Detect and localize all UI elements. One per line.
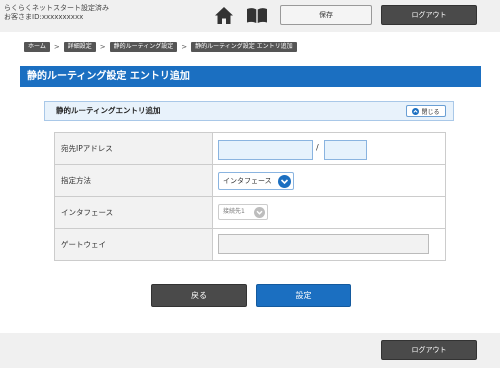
home-icon[interactable] <box>214 6 234 25</box>
submit-button[interactable]: 設定 <box>256 284 351 307</box>
gateway-label: ゲートウェイ <box>54 228 213 261</box>
breadcrumb: ホーム > 詳細設定 > 静的ルーティング設定 > 静的ルーティング設定 エント… <box>24 41 297 52</box>
method-selected-value: インタフェース <box>223 177 272 185</box>
route-entry-form: 宛先IPアドレス / 指定方法 インタフェース インタフェース 接続先1 ゲート… <box>54 132 446 261</box>
breadcrumb-advanced-settings[interactable]: 詳細設定 <box>63 41 96 52</box>
form-row-method: 指定方法 インタフェース <box>54 164 446 197</box>
close-section-button[interactable]: 閉じる <box>406 105 446 117</box>
interface-label: インタフェース <box>54 196 213 229</box>
dest-ip-cell: / <box>212 132 446 165</box>
save-button[interactable]: 保存 <box>280 5 372 25</box>
subnet-mask-input[interactable] <box>324 140 367 160</box>
chevron-down-icon <box>278 175 291 188</box>
method-select[interactable]: インタフェース <box>218 172 294 190</box>
breadcrumb-separator: > <box>99 42 106 51</box>
chevron-down-icon <box>254 207 265 218</box>
customer-id: お客さまID:xxxxxxxxxx <box>4 13 84 21</box>
form-row-dest-ip: 宛先IPアドレス / <box>54 132 446 165</box>
form-row-gateway: ゲートウェイ <box>54 228 446 261</box>
site-info: らくらくネットスタート設定済み お客さまID:xxxxxxxxxx <box>4 4 109 22</box>
logout-button[interactable]: ログアウト <box>381 5 477 25</box>
gateway-input <box>218 234 429 254</box>
top-bar: らくらくネットスタート設定済み お客さまID:xxxxxxxxxx 保存 ログア… <box>0 0 500 32</box>
footer-logout-button[interactable]: ログアウト <box>381 340 477 360</box>
breadcrumb-separator: > <box>181 42 188 51</box>
dest-ip-input[interactable] <box>218 140 313 160</box>
page-title: 静的ルーティング設定 エントリ追加 <box>20 66 481 87</box>
form-row-interface: インタフェース 接続先1 <box>54 196 446 229</box>
interface-selected-value: 接続先1 <box>223 208 245 215</box>
site-title: らくらくネットスタート設定済み <box>4 4 109 12</box>
breadcrumb-separator: > <box>53 42 60 51</box>
breadcrumb-static-routing[interactable]: 静的ルーティング設定 <box>109 41 178 52</box>
dest-ip-label: 宛先IPアドレス <box>54 132 213 165</box>
chevron-up-icon <box>412 107 420 115</box>
footer-bar: ログアウト <box>0 333 500 368</box>
method-label: 指定方法 <box>54 164 213 197</box>
breadcrumb-home[interactable]: ホーム <box>24 41 50 52</box>
close-label: 閉じる <box>421 108 440 116</box>
mask-separator: / <box>316 143 319 152</box>
interface-cell: 接続先1 <box>212 196 446 229</box>
back-button[interactable]: 戻る <box>151 284 247 307</box>
breadcrumb-current: 静的ルーティング設定 エントリ追加 <box>191 41 297 52</box>
section-title: 静的ルーティングエントリ追加 <box>56 106 161 115</box>
method-cell: インタフェース <box>212 164 446 197</box>
manual-book-icon[interactable] <box>246 7 268 24</box>
gateway-cell <box>212 228 446 261</box>
interface-select: 接続先1 <box>218 204 268 220</box>
section-header: 静的ルーティングエントリ追加 閉じる <box>44 101 454 121</box>
